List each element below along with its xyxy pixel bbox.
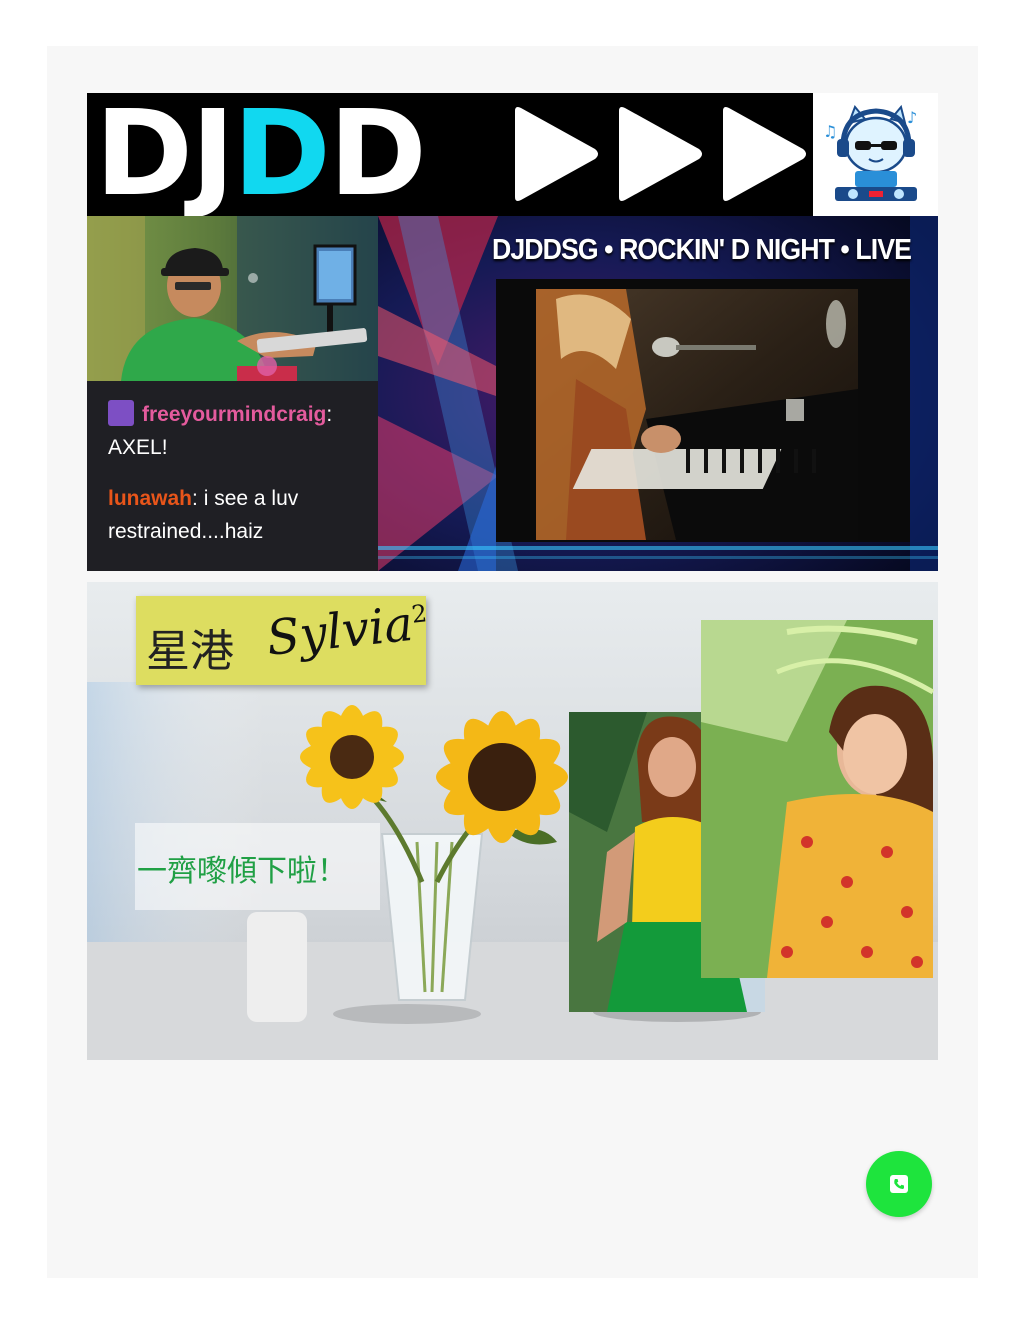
show-title-script: Sylvia2 (264, 594, 431, 667)
chat-text: i see a luv (197, 487, 299, 510)
webcam-feed (87, 216, 378, 381)
djdd-stream-banner[interactable]: DJDD ♫ ♪ freeyourmindcraig: AXEL! lunawa… (87, 93, 938, 571)
chat-separator: : (326, 403, 333, 426)
subscriber-badge-icon (108, 400, 134, 426)
video-player[interactable] (496, 279, 910, 542)
chat-message: freeyourmindcraig: (108, 398, 332, 431)
logo-text-prefix: DJ (95, 93, 235, 222)
show-tagline: 一齊嚟傾下啦！ (137, 854, 347, 889)
djdd-logo: DJDD (87, 93, 813, 216)
mascot-logo: ♫ ♪ (813, 93, 938, 216)
logo-text-suffix: D (328, 93, 427, 222)
chat-text: AXEL! (108, 436, 168, 459)
sylvia-show-banner[interactable]: 星港 Sylvia2 一齊嚟傾下啦！ (87, 582, 938, 1060)
svg-text:♪: ♪ (907, 108, 917, 127)
phone-call-button[interactable] (866, 1151, 932, 1217)
logo-text-accent: D (232, 93, 331, 222)
svg-text:♫: ♫ (823, 122, 837, 141)
show-title-superscript: 2 (410, 599, 429, 629)
show-title-cjk: 星港 (146, 626, 234, 677)
cat-dj-mascot-icon: ♫ ♪ (823, 104, 917, 201)
phone-icon (890, 1175, 908, 1193)
video-frame-image (536, 289, 858, 540)
stream-stage: DJDDSG • ROCKIN' D NIGHT • LIVE (378, 216, 938, 571)
stream-chat: freeyourmindcraig: AXEL! lunawah: i see … (87, 381, 378, 571)
show-title-name: Sylvia (264, 595, 416, 667)
chat-username: lunawah (108, 487, 193, 510)
chat-text-continuation: restrained....haiz (108, 520, 264, 543)
triple-play-arrow-icon (515, 107, 806, 201)
show-title-card: 星港 Sylvia2 (136, 596, 428, 685)
stream-title: DJDDSG • ROCKIN' D NIGHT • LIVE (492, 234, 912, 266)
chat-username: freeyourmindcraig (142, 403, 327, 426)
chat-message: lunawah: i see a luv (108, 482, 298, 515)
